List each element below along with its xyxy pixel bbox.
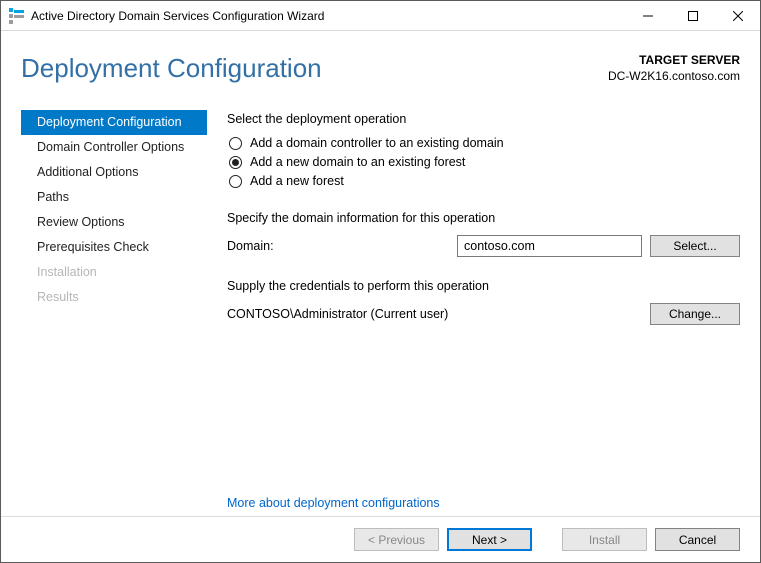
app-icon (9, 8, 25, 24)
radio-icon (229, 156, 242, 169)
more-about-link[interactable]: More about deployment configurations (227, 496, 740, 510)
radio-label: Add a new domain to an existing forest (250, 155, 465, 169)
radio-add-domain-existing-forest[interactable]: Add a new domain to an existing forest (227, 155, 740, 169)
step-installation: Installation (21, 260, 207, 285)
minimize-button[interactable] (625, 1, 670, 30)
radio-label: Add a domain controller to an existing d… (250, 136, 504, 150)
step-additional-options[interactable]: Additional Options (21, 160, 207, 185)
step-paths[interactable]: Paths (21, 185, 207, 210)
wizard-sidebar: Deployment Configuration Domain Controll… (21, 102, 207, 516)
content-panel: Select the deployment operation Add a do… (207, 102, 740, 516)
step-prerequisites-check[interactable]: Prerequisites Check (21, 235, 207, 260)
window-title: Active Directory Domain Services Configu… (31, 9, 625, 23)
current-credentials: CONTOSO\Administrator (Current user) (227, 307, 642, 321)
target-server-label: TARGET SERVER (608, 53, 740, 69)
change-credentials-button[interactable]: Change... (650, 303, 740, 325)
radio-add-dc-existing-domain[interactable]: Add a domain controller to an existing d… (227, 136, 740, 150)
specify-domain-label: Specify the domain information for this … (227, 211, 740, 225)
select-operation-label: Select the deployment operation (227, 112, 740, 126)
cancel-button[interactable]: Cancel (655, 528, 740, 551)
domain-label: Domain: (227, 239, 457, 253)
step-review-options[interactable]: Review Options (21, 210, 207, 235)
domain-input[interactable] (457, 235, 642, 257)
maximize-button[interactable] (670, 1, 715, 30)
target-server-block: TARGET SERVER DC-W2K16.contoso.com (608, 53, 740, 84)
target-server-name: DC-W2K16.contoso.com (608, 69, 740, 85)
step-deployment-configuration[interactable]: Deployment Configuration (21, 110, 207, 135)
radio-icon (229, 175, 242, 188)
step-domain-controller-options[interactable]: Domain Controller Options (21, 135, 207, 160)
page-title: Deployment Configuration (21, 53, 322, 84)
close-button[interactable] (715, 1, 760, 30)
body: Deployment Configuration Domain Controll… (1, 102, 760, 516)
step-results: Results (21, 285, 207, 310)
next-button[interactable]: Next > (447, 528, 532, 551)
window-buttons (625, 1, 760, 30)
radio-add-new-forest[interactable]: Add a new forest (227, 174, 740, 188)
wizard-footer: < Previous Next > Install Cancel (1, 516, 760, 562)
title-bar: Active Directory Domain Services Configu… (1, 1, 760, 31)
install-button: Install (562, 528, 647, 551)
page-header: Deployment Configuration TARGET SERVER D… (1, 31, 760, 102)
supply-credentials-label: Supply the credentials to perform this o… (227, 279, 740, 293)
radio-label: Add a new forest (250, 174, 344, 188)
select-domain-button[interactable]: Select... (650, 235, 740, 257)
radio-icon (229, 137, 242, 150)
previous-button: < Previous (354, 528, 439, 551)
